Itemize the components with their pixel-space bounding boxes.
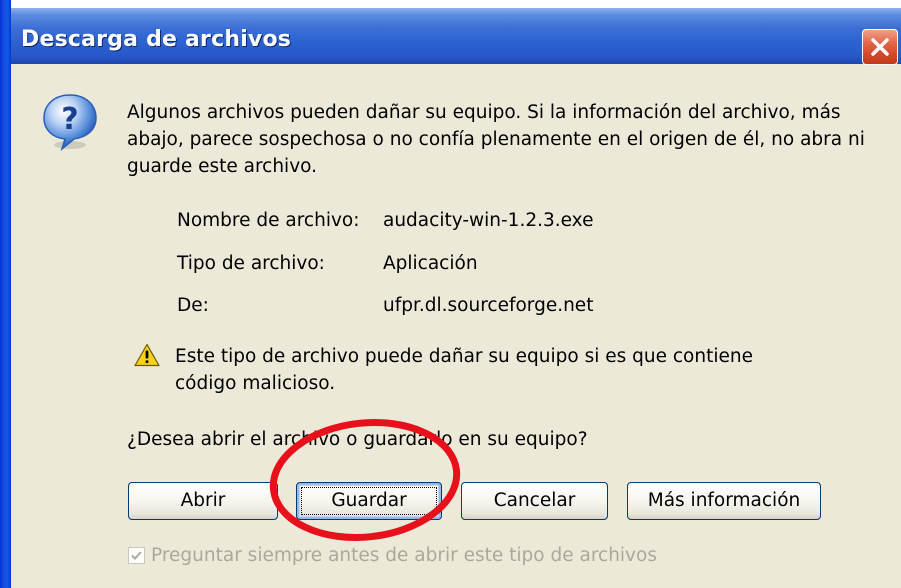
always-ask-checkbox[interactable] bbox=[128, 547, 145, 564]
open-button[interactable]: Abrir bbox=[128, 482, 278, 520]
file-name-value: audacity-win-1.2.3.exe bbox=[383, 210, 594, 231]
window-frame-left bbox=[0, 0, 11, 588]
checkmark-icon bbox=[131, 551, 142, 560]
warning-message: Algunos archivos pueden dañar su equipo.… bbox=[127, 102, 865, 177]
from-label: De: bbox=[177, 295, 209, 316]
cancel-button[interactable]: Cancelar bbox=[461, 482, 608, 520]
title-bar[interactable]: Descarga de archivos bbox=[0, 8, 901, 65]
download-dialog: Descarga de archivos ? Algunos archivos … bbox=[0, 0, 901, 588]
file-type-warning: Este tipo de archivo puede dañar su equi… bbox=[175, 346, 753, 394]
question-icon: ? bbox=[43, 94, 97, 152]
file-name-label: Nombre de archivo: bbox=[177, 210, 360, 231]
from-value: ufpr.dl.sourceforge.net bbox=[383, 295, 594, 316]
open-or-save-question: ¿Desea abrir el archivo o guardarlo en s… bbox=[127, 429, 588, 450]
close-button[interactable] bbox=[862, 29, 898, 65]
window-title: Descarga de archivos bbox=[21, 27, 292, 52]
more-info-button[interactable]: Más información bbox=[627, 482, 821, 520]
save-button-label: Guardar bbox=[331, 490, 407, 511]
save-button[interactable]: Guardar bbox=[296, 482, 442, 520]
file-type-value: Aplicación bbox=[383, 253, 478, 274]
svg-text:?: ? bbox=[61, 102, 78, 137]
warning-icon bbox=[134, 343, 160, 367]
close-icon bbox=[871, 38, 889, 56]
always-ask-label: Preguntar siempre antes de abrir este ti… bbox=[151, 545, 657, 566]
file-type-label: Tipo de archivo: bbox=[177, 253, 325, 274]
